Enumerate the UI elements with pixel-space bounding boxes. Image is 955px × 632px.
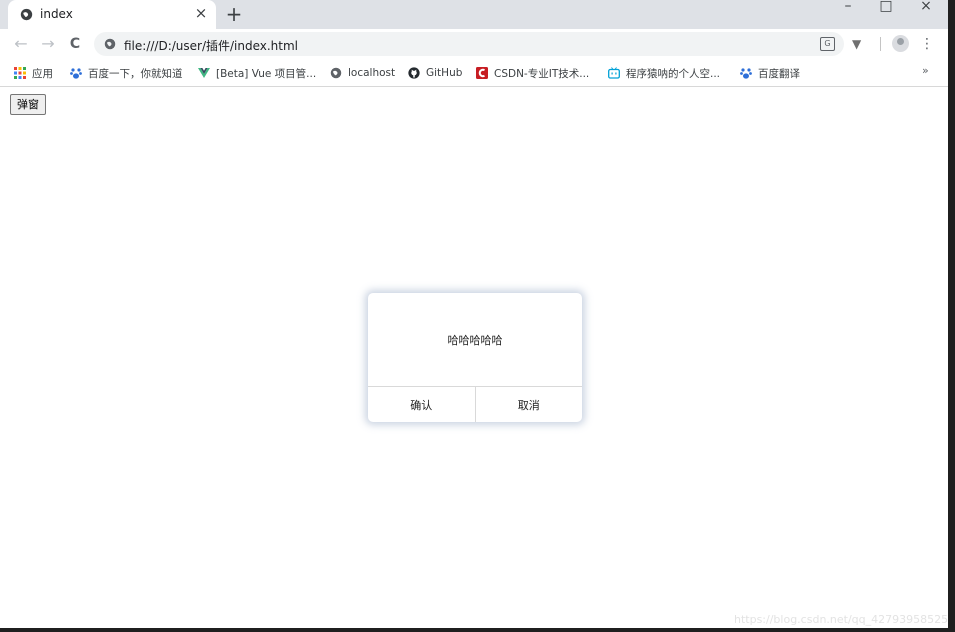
bilibili-tv-icon bbox=[608, 67, 620, 79]
dialog-actions: 确认 取消 bbox=[368, 386, 582, 422]
tab-strip: index × + – □ × bbox=[0, 0, 948, 29]
bookmark-label: [Beta] Vue 项目管... bbox=[216, 67, 317, 80]
bookmark-localhost[interactable]: localhost bbox=[330, 65, 395, 81]
page-content: 弹窗 哈哈哈哈哈 确认 取消 bbox=[0, 88, 948, 628]
forward-arrow-icon[interactable]: → bbox=[39, 35, 57, 53]
toolbar-separator bbox=[880, 37, 881, 51]
github-icon bbox=[408, 67, 420, 79]
baidu-paw-icon bbox=[70, 68, 82, 79]
bookmark-label: 应用 bbox=[32, 67, 53, 80]
popup-button[interactable]: 弹窗 bbox=[10, 94, 46, 115]
cancel-button[interactable]: 取消 bbox=[474, 387, 583, 422]
bookmark-bilibili[interactable]: 程序猿呐的个人空... bbox=[608, 65, 720, 81]
translate-icon[interactable]: G bbox=[820, 37, 835, 51]
globe-icon bbox=[104, 38, 116, 50]
maximize-icon[interactable]: □ bbox=[866, 0, 906, 14]
bookmarks-overflow-icon[interactable]: » bbox=[922, 64, 929, 77]
tab-index[interactable]: index × bbox=[8, 0, 216, 29]
bookmark-label: 程序猿呐的个人空... bbox=[626, 67, 721, 80]
baidu-paw-icon bbox=[740, 68, 752, 79]
close-window-icon[interactable]: × bbox=[906, 0, 946, 14]
bookmark-label: localhost bbox=[348, 67, 396, 79]
globe-icon bbox=[330, 67, 342, 79]
more-menu-icon[interactable]: ⋮ bbox=[920, 35, 934, 53]
browser-window: index × + – □ × ← → C file:///D:/user/插件… bbox=[0, 0, 948, 628]
dialog-message: 哈哈哈哈哈 bbox=[447, 333, 503, 347]
bookmarks-bar: 应用 百度一下，你就知道 [Beta] Vue 项目管... localhost bbox=[0, 59, 948, 87]
minimize-icon[interactable]: – bbox=[828, 0, 868, 14]
tab-close-icon[interactable]: × bbox=[193, 5, 209, 21]
tab-title: index bbox=[40, 7, 73, 21]
bookmark-csdn[interactable]: CSDN-专业IT技术... bbox=[476, 65, 589, 81]
new-tab-icon[interactable]: + bbox=[224, 4, 244, 24]
bookmark-github[interactable]: GitHub bbox=[408, 65, 462, 81]
vue-devtools-icon[interactable]: ▼ bbox=[852, 37, 861, 51]
globe-icon bbox=[20, 8, 33, 21]
csdn-logo-icon bbox=[476, 67, 488, 79]
bookmark-label: 百度一下，你就知道 bbox=[88, 67, 183, 80]
bookmark-label: CSDN-专业IT技术... bbox=[494, 67, 590, 80]
modal-dialog: 哈哈哈哈哈 确认 取消 bbox=[368, 293, 582, 422]
reload-icon[interactable]: C bbox=[66, 35, 84, 53]
confirm-button[interactable]: 确认 bbox=[368, 387, 475, 422]
bookmark-label: 百度翻译 bbox=[758, 67, 800, 80]
apps-grid-icon bbox=[14, 67, 26, 79]
profile-avatar-icon[interactable] bbox=[892, 35, 909, 52]
browser-toolbar: ← → C file:///D:/user/插件/index.html G ▼ … bbox=[0, 29, 948, 59]
bookmark-apps[interactable]: 应用 bbox=[14, 65, 53, 81]
watermark: https://blog.csdn.net/qq_42793958525 bbox=[734, 613, 949, 626]
bookmark-baidu[interactable]: 百度一下，你就知道 bbox=[70, 65, 183, 81]
address-url: file:///D:/user/插件/index.html bbox=[124, 39, 299, 53]
vue-logo-icon bbox=[198, 68, 210, 78]
back-arrow-icon[interactable]: ← bbox=[12, 35, 30, 53]
bookmark-label: GitHub bbox=[426, 67, 463, 79]
bookmark-vue[interactable]: [Beta] Vue 项目管... bbox=[198, 65, 316, 81]
address-bar[interactable]: file:///D:/user/插件/index.html G bbox=[94, 32, 844, 56]
bookmark-baidu-translate[interactable]: 百度翻译 bbox=[740, 65, 800, 81]
